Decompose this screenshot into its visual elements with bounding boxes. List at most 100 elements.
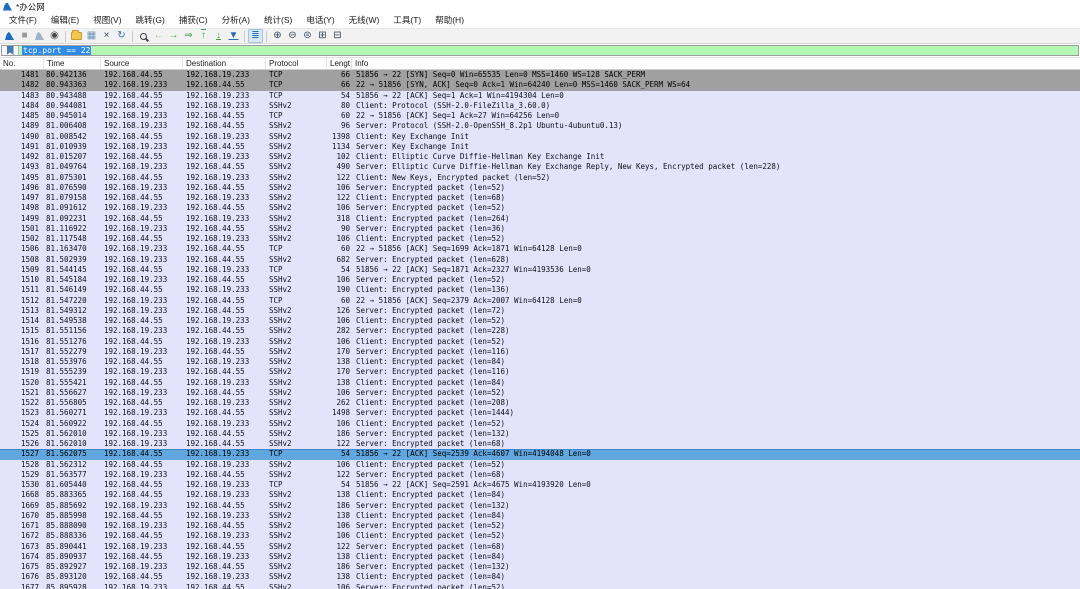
packet-row[interactable]: 148280.943363192.168.19.233192.168.44.55… [0,80,1080,90]
packet-row[interactable]: 150881.502939192.168.19.233192.168.44.55… [0,255,1080,265]
go-forward-icon[interactable]: → [166,29,181,43]
packet-row[interactable]: 151881.553976192.168.44.55192.168.19.233… [0,357,1080,367]
column-header-protocol[interactable]: Protocol [266,58,327,69]
packet-row[interactable]: 149881.091612192.168.19.233192.168.44.55… [0,203,1080,213]
packet-row[interactable]: 148981.006408192.168.19.233192.168.44.55… [0,121,1080,131]
displayed-columns-icon[interactable]: ⊟ [330,29,345,43]
packet-row[interactable]: 149181.010939192.168.19.233192.168.44.55… [0,142,1080,152]
menu-item-capture[interactable]: 捕获(C) [172,13,215,28]
menu-item-file[interactable]: 文件(F) [2,13,44,28]
packet-row[interactable]: 148380.943488192.168.44.55192.168.19.233… [0,91,1080,101]
packet-row[interactable]: 151481.549538192.168.44.55192.168.19.233… [0,316,1080,326]
packet-row[interactable]: 152981.563577192.168.19.233192.168.44.55… [0,470,1080,480]
packet-row[interactable]: 167385.890441192.168.19.233192.168.44.55… [0,542,1080,552]
packet-row[interactable]: 151681.551276192.168.44.55192.168.19.233… [0,337,1080,347]
column-header-time[interactable]: Time [44,58,101,69]
packet-row[interactable]: 151081.545184192.168.19.233192.168.44.55… [0,275,1080,285]
cell-dst: 192.168.19.233 [183,398,266,408]
column-header-no[interactable]: No. [0,58,44,69]
stop-capture-icon[interactable]: ■ [17,29,32,43]
packet-row[interactable]: 152581.562010192.168.19.233192.168.44.55… [0,429,1080,439]
packet-row[interactable]: 148480.944081192.168.44.55192.168.19.233… [0,101,1080,111]
menu-item-statistics[interactable]: 统计(S) [257,13,299,28]
go-back-icon[interactable]: ← [151,29,166,43]
packet-row[interactable]: 167685.893120192.168.44.55192.168.19.233… [0,572,1080,582]
auto-scroll-icon[interactable]: ▼ [226,29,241,43]
packet-row[interactable]: 150181.116922192.168.19.233192.168.44.55… [0,224,1080,234]
cell-len: 170 [327,367,352,377]
packet-row[interactable]: 148180.942136192.168.44.55192.168.19.233… [0,70,1080,80]
packet-row[interactable]: 149281.015207192.168.44.55192.168.19.233… [0,152,1080,162]
cell-proto: SSHv2 [266,285,327,295]
capture-options-icon[interactable]: ◉ [47,29,62,43]
packet-row[interactable]: 150281.117548192.168.44.55192.168.19.233… [0,234,1080,244]
column-header-source[interactable]: Source [101,58,183,69]
column-header-lengt[interactable]: Lengt [327,58,352,69]
packet-row[interactable]: 149981.092231192.168.44.55192.168.19.233… [0,214,1080,224]
packet-row[interactable]: 152481.560922192.168.44.55192.168.19.233… [0,419,1080,429]
packet-row[interactable]: 152781.562075192.168.44.55192.168.19.233… [0,449,1080,459]
packet-row[interactable]: 151781.552279192.168.19.233192.168.44.55… [0,347,1080,357]
cell-time: 81.546149 [44,285,101,295]
menu-item-analyze[interactable]: 分析(A) [215,13,257,28]
menu-item-telephony[interactable]: 电话(Y) [299,13,341,28]
packet-row[interactable]: 149781.079158192.168.44.55192.168.19.233… [0,193,1080,203]
display-filter-input[interactable]: tcp.port == 22 [19,46,1078,55]
menu-item-help[interactable]: 帮助(H) [428,13,471,28]
column-header-info[interactable]: Info [352,58,1080,69]
packet-row[interactable]: 152081.555421192.168.44.55192.168.19.233… [0,378,1080,388]
menu-item-edit[interactable]: 编辑(E) [44,13,86,28]
packet-row[interactable]: 148580.945014192.168.19.233192.168.44.55… [0,111,1080,121]
packet-row[interactable]: 151181.546149192.168.44.55192.168.19.233… [0,285,1080,295]
cell-time: 81.562312 [44,460,101,470]
packet-row[interactable]: 153081.605440192.168.44.55192.168.19.233… [0,480,1080,490]
zoom-reset-icon[interactable]: ⊜ [300,29,315,43]
packet-row[interactable]: 152281.556805192.168.44.55192.168.19.233… [0,398,1080,408]
packet-row[interactable]: 152381.560271192.168.19.233192.168.44.55… [0,408,1080,418]
zoom-out-icon[interactable]: ⊖ [285,29,300,43]
packet-row[interactable]: 167585.892927192.168.19.233192.168.44.55… [0,562,1080,572]
cell-len: 122 [327,542,352,552]
column-header-destination[interactable]: Destination [183,58,266,69]
packet-row[interactable]: 152181.556627192.168.19.233192.168.44.55… [0,388,1080,398]
packet-row[interactable]: 149081.008542192.168.44.55192.168.19.233… [0,132,1080,142]
menu-item-wireless[interactable]: 无线(W) [342,13,387,28]
zoom-in-icon[interactable]: ⊕ [270,29,285,43]
packet-row[interactable]: 167285.888336192.168.44.55192.168.19.233… [0,531,1080,541]
packet-row[interactable]: 167785.895928192.168.19.233192.168.44.55… [0,583,1080,589]
find-packet-icon[interactable] [136,29,151,43]
packet-row[interactable]: 166985.885692192.168.19.233192.168.44.55… [0,501,1080,511]
cell-len: 138 [327,552,352,562]
packet-row[interactable]: 149381.049764192.168.19.233192.168.44.55… [0,162,1080,172]
filter-bookmark-button[interactable] [2,46,19,55]
menu-item-view[interactable]: 视图(V) [86,13,128,28]
packet-row[interactable]: 152881.562312192.168.44.55192.168.19.233… [0,460,1080,470]
packet-row[interactable]: 151281.547220192.168.19.233192.168.44.55… [0,296,1080,306]
packet-row[interactable]: 149581.075301192.168.44.55192.168.19.233… [0,173,1080,183]
packet-row[interactable]: 152681.562010192.168.19.233192.168.44.55… [0,439,1080,449]
open-capture-icon[interactable] [69,29,84,43]
packet-row[interactable]: 167485.890937192.168.44.55192.168.19.233… [0,552,1080,562]
packet-row[interactable]: 167185.888090192.168.19.233192.168.44.55… [0,521,1080,531]
packet-row[interactable]: 166885.883365192.168.44.55192.168.19.233… [0,490,1080,500]
packet-row[interactable]: 151381.549312192.168.19.233192.168.44.55… [0,306,1080,316]
go-to-packet-icon[interactable]: ⇒ [181,29,196,43]
packet-row[interactable]: 150681.163470192.168.19.233192.168.44.55… [0,244,1080,254]
reload-capture-icon[interactable]: ↻ [114,29,129,43]
restart-capture-icon[interactable] [32,29,47,43]
packet-row[interactable]: 151981.555239192.168.19.233192.168.44.55… [0,367,1080,377]
packet-row[interactable]: 151581.551156192.168.19.233192.168.44.55… [0,326,1080,336]
packet-row[interactable]: 167085.885998192.168.44.55192.168.19.233… [0,511,1080,521]
colorize-packets-icon[interactable]: ≣ [248,29,263,43]
save-capture-icon[interactable]: ▦ [84,29,99,43]
go-first-packet-icon[interactable]: ↑ [196,29,211,43]
close-capture-icon[interactable]: × [99,29,114,43]
go-last-packet-icon[interactable]: ↓ [211,29,226,43]
cell-src: 192.168.19.233 [101,224,183,234]
packet-row[interactable]: 150981.544145192.168.44.55192.168.19.233… [0,265,1080,275]
start-capture-icon[interactable] [2,29,17,43]
packet-row[interactable]: 149681.076590192.168.19.233192.168.44.55… [0,183,1080,193]
resize-columns-icon[interactable]: ⊞ [315,29,330,43]
menu-item-tools[interactable]: 工具(T) [386,13,428,28]
menu-item-go[interactable]: 跳转(G) [129,13,172,28]
